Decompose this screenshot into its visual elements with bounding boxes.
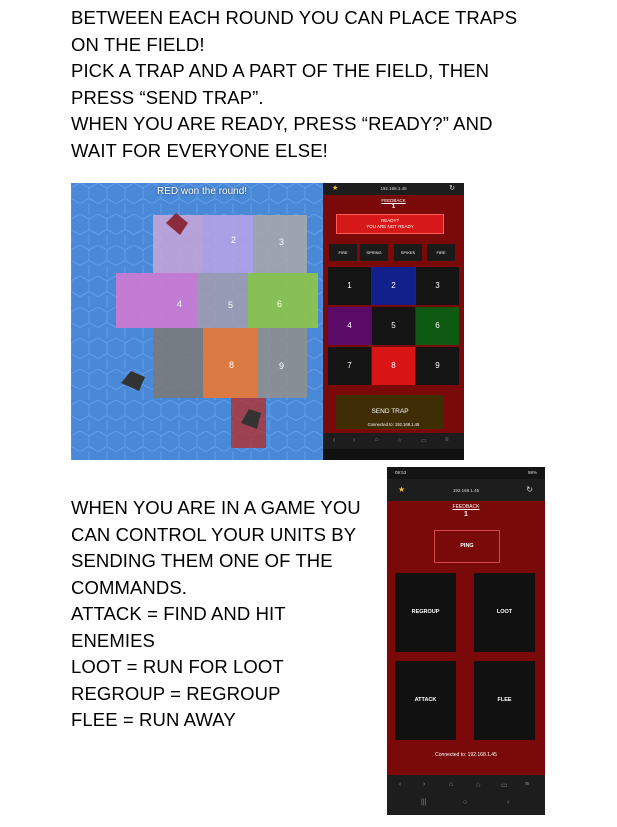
trap-phone-screen: ★ 192.168.1.45 ↻ FEEDBACK 1 READY? YOU A…: [323, 183, 464, 460]
address-text: 192.168.1.45: [380, 186, 407, 191]
os-status-bar: 09:53 98%: [387, 467, 545, 479]
field-cell-7[interactable]: 7: [328, 347, 371, 385]
hex-field-illustration: 2 3 4 5 6 8 9: [71, 183, 323, 460]
svg-text:2: 2: [231, 235, 236, 245]
instruction-line: COMMANDS.: [71, 576, 188, 598]
instruction-line: ENEMIES: [71, 629, 155, 651]
svg-text:8: 8: [229, 360, 234, 370]
instruction-line: PICK A TRAP AND A PART OF THE FIELD, THE…: [71, 60, 490, 81]
svg-text:4: 4: [177, 299, 182, 309]
forward-icon[interactable]: ›: [423, 781, 425, 788]
field-cell-4[interactable]: 4: [328, 307, 371, 345]
field-cell-8[interactable]: 8: [372, 347, 415, 385]
ready-button[interactable]: READY? YOU ARE NOT READY: [336, 214, 444, 234]
ping-button[interactable]: PING: [434, 530, 500, 563]
browser-nav-bar: ‹ › ⌂ ☆ ▭ ≡ ||| ○ ‹: [387, 775, 545, 815]
trap-fire-button[interactable]: FIRE: [427, 244, 455, 261]
svg-text:9: 9: [279, 361, 284, 371]
field-cell-1[interactable]: 1: [328, 267, 371, 305]
instruction-line: PRESS “SEND TRAP”.: [71, 86, 264, 108]
svg-text:3: 3: [279, 237, 284, 247]
loot-button[interactable]: LOOT: [474, 573, 535, 652]
regroup-button[interactable]: REGROUP: [395, 573, 456, 652]
svg-text:5: 5: [228, 300, 233, 310]
feedback-count: 1: [464, 511, 468, 518]
tabs-icon[interactable]: ▭: [421, 437, 427, 444]
home-icon[interactable]: ⌂: [375, 437, 379, 443]
trap-spikes-button[interactable]: SPIKES: [394, 244, 422, 261]
svg-text:6: 6: [277, 299, 282, 309]
share-icon[interactable]: ☆: [475, 781, 481, 789]
field-cell-6[interactable]: 6: [416, 307, 459, 345]
android-back-icon[interactable]: ‹: [507, 799, 509, 806]
back-icon[interactable]: ‹: [333, 437, 335, 444]
connection-status: Connected to: 192.168.1.45: [435, 752, 497, 758]
instruction-line: SENDING THEM ONE OF THE: [71, 550, 333, 571]
command-instructions: WHEN YOU ARE IN A GAME YOU CAN CONTROL Y…: [71, 495, 361, 734]
game-field-view: 2 3 4 5 6 8 9 RED won the round!: [71, 183, 323, 460]
attack-button[interactable]: ATTACK: [395, 661, 456, 740]
flee-button[interactable]: FLEE: [474, 661, 535, 740]
instruction-line: REGROUP = REGROUP: [71, 682, 281, 704]
battery-level: 98%: [527, 470, 537, 475]
trap-fire-button[interactable]: FIRE: [329, 244, 357, 261]
field-cell-3[interactable]: 3: [416, 267, 459, 305]
instruction-line: CAN CONTROL YOUR UNITS BY: [71, 523, 357, 545]
trap-screenshot: 2 3 4 5 6 8 9 RED won the round! ★ 192.1…: [71, 183, 464, 460]
trap-instructions: BETWEEN EACH ROUND YOU CAN PLACE TRAPS O…: [71, 5, 517, 164]
recents-icon[interactable]: |||: [421, 799, 426, 806]
forward-icon[interactable]: ›: [353, 437, 355, 444]
home-icon[interactable]: ⌂: [449, 781, 453, 788]
trap-spring-button[interactable]: SPRING: [360, 244, 388, 261]
android-nav-bar: [323, 449, 464, 460]
connection-status: Connected to: 192.168.1.45: [367, 422, 420, 427]
browser-nav-bar: ‹ › ⌂ ☆ ▭ ≡: [323, 433, 464, 460]
instruction-line: ATTACK = FIND AND HIT: [71, 603, 286, 624]
menu-icon[interactable]: ≡: [525, 781, 529, 788]
feedback-link[interactable]: FEEDBACK: [323, 198, 464, 203]
browser-bar: ★ 192.168.1.45 ↻: [387, 479, 545, 501]
share-icon[interactable]: ☆: [397, 437, 402, 444]
field-cell-2[interactable]: 2: [372, 267, 415, 305]
ready-status: YOU ARE NOT READY: [366, 224, 414, 229]
instruction-line: WHEN YOU ARE IN A GAME YOU: [71, 497, 361, 518]
command-phone-screen: 09:53 98% ★ 192.168.1.45 ↻ FEEDBACK 1 PI…: [387, 467, 545, 815]
browser-bar: ★ 192.168.1.45 ↻: [323, 183, 464, 195]
home-circle-icon[interactable]: ○: [463, 799, 467, 806]
field-cell-5[interactable]: 5: [372, 307, 415, 345]
instruction-line: LOOT = RUN FOR LOOT: [71, 656, 284, 677]
instruction-line: BETWEEN EACH ROUND YOU CAN PLACE TRAPS: [71, 7, 518, 28]
instruction-line: FLEE = RUN AWAY: [71, 709, 236, 730]
back-icon[interactable]: ‹: [399, 781, 401, 788]
menu-icon[interactable]: ≡: [445, 437, 449, 443]
field-cell-grid: 1 2 3 4 5 6 7 8 9: [328, 267, 459, 385]
reload-icon[interactable]: ↻: [449, 184, 455, 192]
instruction-line: ON THE FIELD!: [71, 33, 205, 55]
clock: 09:53: [395, 470, 407, 475]
feedback-count: 1: [391, 204, 396, 210]
instruction-line: WAIT FOR EVERYONE ELSE!: [71, 139, 328, 161]
feedback-link[interactable]: FEEDBACK: [387, 504, 545, 510]
reload-icon[interactable]: ↻: [526, 485, 533, 494]
field-cell-9[interactable]: 9: [416, 347, 459, 385]
tabs-icon[interactable]: ▭: [501, 781, 508, 789]
address-text: 192.168.1.45: [452, 488, 480, 493]
round-winner-banner: RED won the round!: [157, 186, 248, 197]
instruction-line: WHEN YOU ARE READY, PRESS “READY?” AND: [71, 113, 493, 134]
